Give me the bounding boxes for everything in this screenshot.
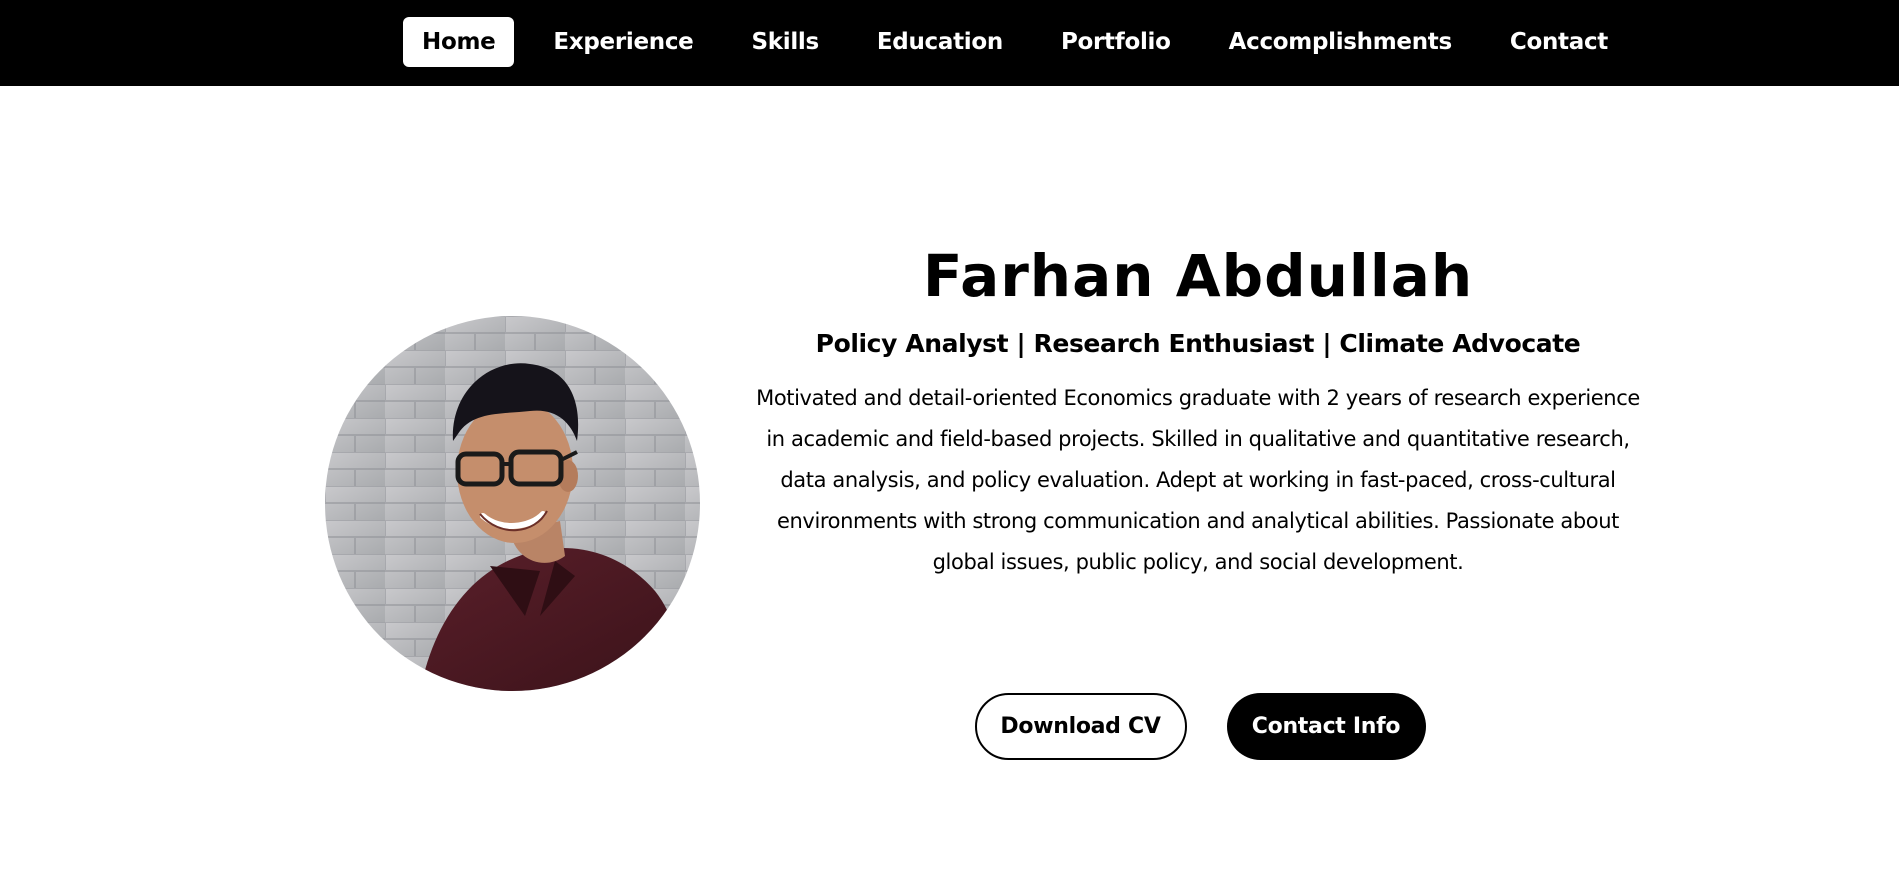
nav-item-accomplishments[interactable]: Accomplishments: [1210, 17, 1471, 67]
nav-item-home[interactable]: Home: [403, 17, 515, 67]
profile-photo: [325, 316, 700, 691]
nav-item-skills[interactable]: Skills: [732, 17, 837, 67]
nav-item-experience[interactable]: Experience: [534, 17, 712, 67]
nav-list: Home Experience Skills Education Portfol…: [403, 17, 1627, 67]
nav-item-education[interactable]: Education: [858, 17, 1022, 67]
tagline: Policy Analyst | Research Enthusiast | C…: [815, 329, 1581, 358]
nav-item-portfolio[interactable]: Portfolio: [1042, 17, 1190, 67]
nav-item-contact[interactable]: Contact: [1491, 17, 1627, 67]
page-title: Farhan Abdullah: [922, 242, 1474, 310]
top-navbar: Home Experience Skills Education Portfol…: [0, 0, 1899, 86]
profile-portrait-image: [325, 316, 700, 691]
contact-info-button[interactable]: Contact Info: [1226, 693, 1426, 760]
download-cv-button[interactable]: Download CV: [974, 693, 1187, 760]
hero-section: Farhan Abdullah Policy Analyst | Researc…: [745, 230, 1651, 760]
cta-buttons: Download CV Contact Info: [745, 693, 1651, 760]
bio-text: Motivated and detail-oriented Economics …: [756, 386, 1640, 574]
